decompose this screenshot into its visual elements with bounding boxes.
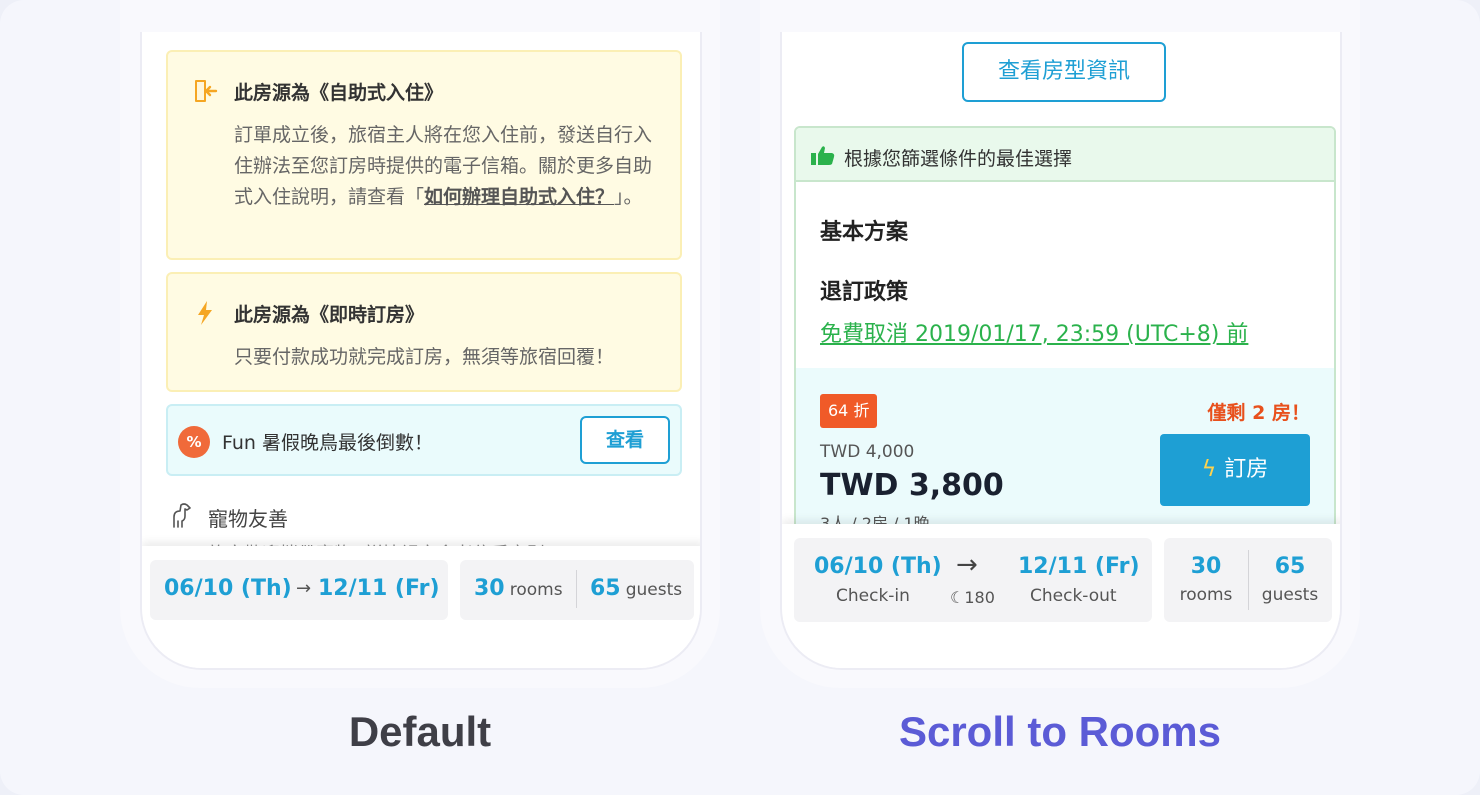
booking-footer-default: 06/10 (Th) → 12/11 (Fr) 30 rooms 65 gues… [142,546,700,668]
book-button[interactable]: ϟ 訂房 [1160,434,1310,506]
booking-footer-rooms: 06/10 (Th) Check-in → ☾180 12/11 (Fr) Ch… [782,524,1340,668]
rooms-number: 30 [474,576,505,601]
checkin-date: 06/10 (Th) [164,576,292,601]
room-plan-card: 根據您篩選條件的最佳選擇 基本方案 退訂政策 免費取消 2019/01/17, … [794,126,1336,546]
thumbs-up-icon [811,146,835,165]
caption-scroll-to-rooms: Scroll to Rooms [898,708,1222,755]
guest-room-selector[interactable]: 30 rooms 65 guests [1164,538,1332,622]
free-cancel-link[interactable]: 免費取消 2019/01/17, 23:59 (UTC+8) 前 [820,316,1248,348]
rooms-unit: rooms [1179,585,1233,605]
self-checkin-notice: 此房源為《自助式入住》 訂單成立後，旅宿主人將在您入住前，發送自行入住辦法至您訂… [166,50,682,260]
best-choice-banner: 根據您篩選條件的最佳選擇 [796,128,1334,182]
checkout-date: 12/11 (Fr) [318,576,440,601]
lightning-icon [198,301,212,325]
self-checkin-body: 訂單成立後，旅宿主人將在您入住前，發送自行入住辦法至您訂房時提供的電子信箱。關於… [234,120,664,213]
guests-count: 65 guests [1248,554,1332,605]
phone-scroll-to-rooms: 查看房型資訊 根據您篩選條件的最佳選擇 基本方案 退訂政策 免費取消 2019/… [760,0,1360,688]
guests-unit: guests [625,580,683,600]
promo-text: Fun 暑假晚鳥最後倒數！ [222,432,434,454]
rooms-left-text: 僅剩 2 房！ [1207,402,1310,424]
view-room-info-button[interactable]: 查看房型資訊 [962,42,1166,102]
price-section: 64 折 僅剩 2 房！ TWD 4,000 TWD 3,800 3人 / 2房… [796,368,1334,544]
arrow-right-icon: → [956,550,978,580]
date-selector[interactable]: 06/10 (Th) Check-in → ☾180 12/11 (Fr) Ch… [794,538,1152,622]
percent-icon: % [178,426,210,458]
self-checkin-title: 此房源為《自助式入住》 [234,82,444,104]
divider [576,570,577,608]
promo-banner: % Fun 暑假晚鳥最後倒數！ 查看 [166,404,682,476]
book-button-label: 訂房 [1224,457,1269,482]
instant-booking-notice: 此房源為《即時訂房》 只要付款成功就完成訂房，無須等旅宿回覆！ [166,272,682,392]
rooms-count: 30 rooms [474,576,563,601]
instant-booking-title: 此房源為《即時訂房》 [234,304,425,326]
best-choice-text: 根據您篩選條件的最佳選擇 [844,148,1073,170]
arrow-right-icon: → [296,578,312,599]
checkin-date: 06/10 (Th) [814,554,942,579]
discount-badge: 64 折 [820,394,878,428]
self-checkin-body-suffix: 」。 [614,186,643,208]
guests-number: 65 [590,576,621,601]
instant-booking-body: 只要付款成功就完成訂房，無須等旅宿回覆！ [234,346,615,368]
phone-default: 此房源為《自助式入住》 訂單成立後，旅宿主人將在您入住前，發送自行入住辦法至您訂… [120,0,720,688]
date-selector[interactable]: 06/10 (Th) → 12/11 (Fr) [150,560,448,620]
pet-friendly-label: 寵物友善 [208,507,288,531]
checkin-label: Check-in [836,586,910,606]
nights-count: ☾180 [950,588,995,607]
door-enter-icon [195,80,218,102]
self-checkin-help-link[interactable]: 如何辦理自助式入住？ [424,186,614,208]
plan-name: 基本方案 [820,220,909,245]
rooms-number: 30 [1190,554,1222,579]
rooms-unit: rooms [509,580,563,600]
checkout-label: Check-out [1030,586,1117,606]
rooms-count: 30 rooms [1164,554,1248,605]
caption-default: Default [348,708,492,755]
lightning-icon: ϟ [1201,457,1217,482]
checkout-date: 12/11 (Fr) [1018,554,1140,579]
dog-icon [173,503,191,528]
guests-number: 65 [1274,554,1306,579]
original-price: TWD 4,000 [820,442,915,462]
phone-screen-default: 此房源為《自助式入住》 訂單成立後，旅宿主人將在您入住前，發送自行入住辦法至您訂… [140,32,702,670]
guest-room-selector[interactable]: 30 rooms 65 guests [460,560,694,620]
promo-view-button[interactable]: 查看 [580,416,670,464]
cancel-policy-label: 退訂政策 [820,280,909,305]
phone-screen-rooms: 查看房型資訊 根據您篩選條件的最佳選擇 基本方案 退訂政策 免費取消 2019/… [780,32,1342,670]
guests-unit: guests [1261,585,1319,605]
current-price: TWD 3,800 [820,468,1004,503]
guests-count: 65 guests [590,576,682,601]
